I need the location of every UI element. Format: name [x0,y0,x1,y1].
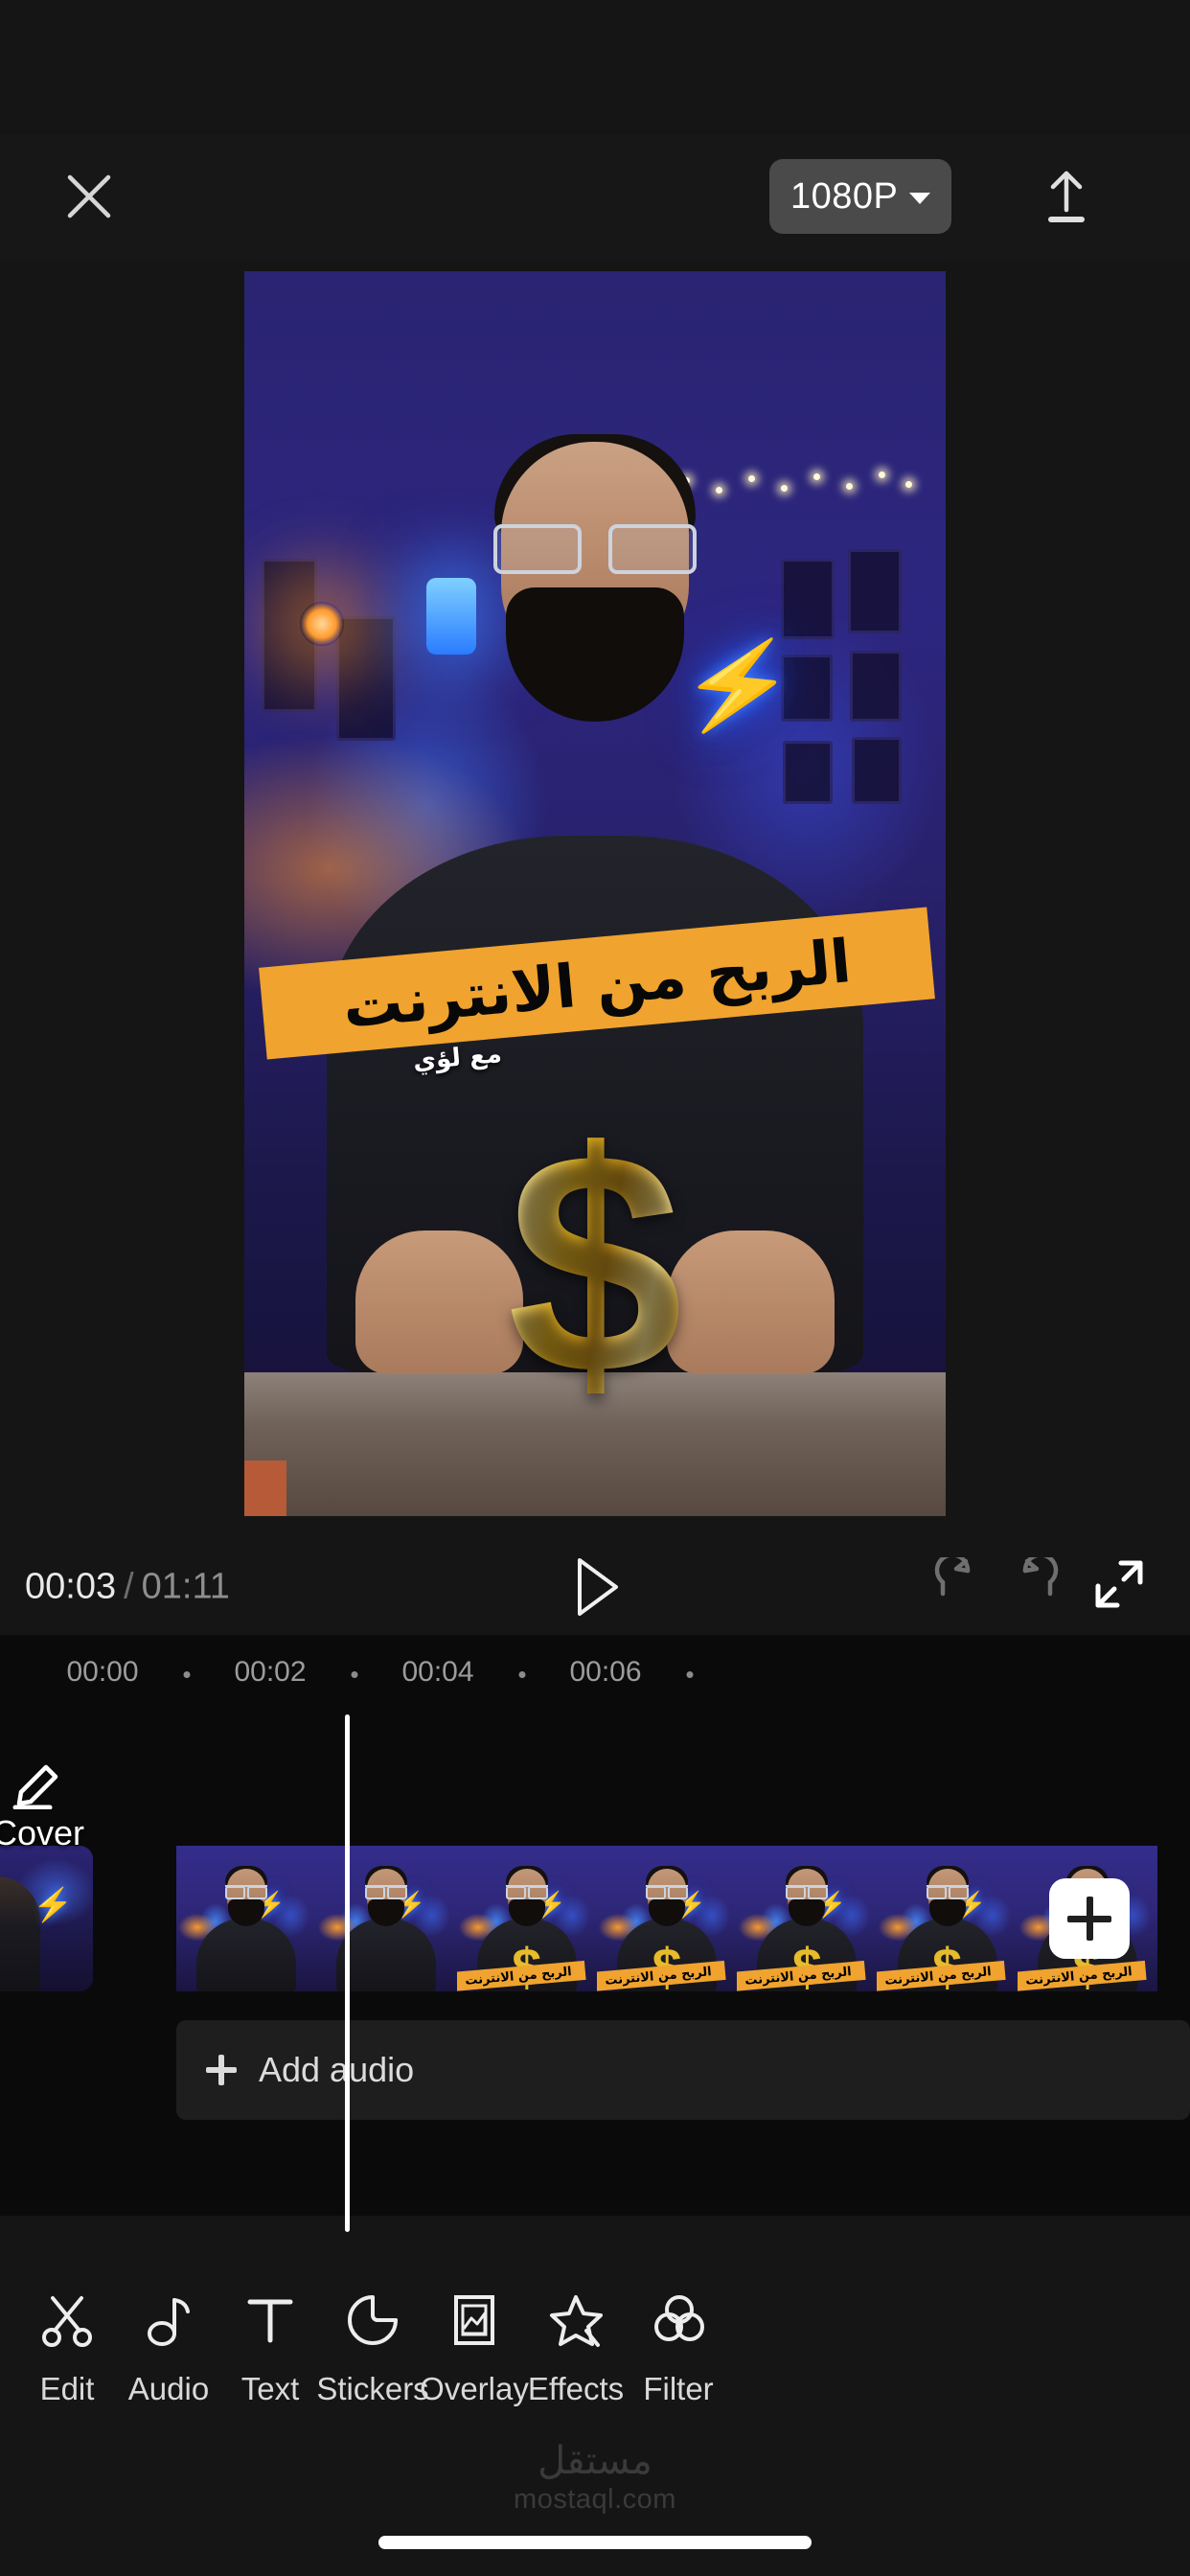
pencil-icon [12,1764,58,1810]
blue-lamp [426,578,476,655]
total-time: 01:11 [141,1566,230,1607]
toolbar-label: Stickers [316,2371,429,2406]
timeline-frame[interactable]: ⚡ [176,1846,317,1991]
ruler-tick-label: 00:02 [234,1656,307,1688]
neon-bolt-icon: ⚡ [33,1887,74,1923]
wall-frame [848,549,902,633]
video-preview[interactable]: ⚡ $ الربح من الانترنت مع لؤي [244,271,946,1516]
timeline-frame[interactable]: ⚡ [316,1846,457,1991]
current-time: 00:03 [25,1566,117,1607]
watermark-arabic: مستقل [538,2439,652,2483]
timeline-frame[interactable]: ⚡$الربح من الانترنت [877,1846,1018,1991]
fullscreen-icon [1095,1560,1143,1608]
wall-frame [852,737,902,804]
glasses-icon [646,1885,689,1899]
video-clip-track[interactable]: ⚡ ⚡ ⚡ $ الربح من الانترنت ⚡ $ الربح من الانترنت… [176,1846,1157,1991]
dollar-sign-prop: $ [507,1086,683,1440]
ruler-tick-dot [351,1671,358,1678]
picture-frame-icon [446,2290,502,2350]
toolbar-item-text[interactable]: Text [219,2290,321,2407]
play-icon [578,1558,618,1616]
watermark-latin: mostaql.com [514,2484,676,2515]
ruler-tick-dot [183,1671,191,1678]
wall-frame [783,741,833,804]
timeline-frame[interactable]: ⚡$الربح من الانترنت [456,1846,597,1991]
glasses-icon [365,1885,408,1899]
add-audio-track[interactable]: Add audio [176,2020,1190,2120]
top-bar: 1080P [0,134,1190,259]
cover-thumbnail-button[interactable]: ⚡ [0,1846,93,1991]
play-button[interactable] [559,1551,631,1623]
undo-icon [934,1552,971,1597]
toolbar-label: Effects [527,2371,625,2406]
toolbar-item-effects[interactable]: Effects [525,2290,627,2407]
fullscreen-button[interactable] [1092,1557,1152,1617]
warm-lamp [300,602,344,646]
timeline-frame[interactable]: ⚡$الربح من الانترنت [737,1846,878,1991]
time-separator: / [124,1566,134,1607]
text-t-icon [242,2290,298,2350]
scissors-icon [39,2290,95,2350]
neon-bolt-icon: ⚡ [675,629,800,743]
upload-icon [1048,171,1085,222]
close-button[interactable] [56,163,123,230]
cover-label: Cover [0,1813,85,1852]
export-button[interactable] [1030,160,1103,233]
resolution-button[interactable]: 1080P [769,159,952,234]
toolbar-label: Audio [127,2371,210,2406]
glasses-icon [786,1885,829,1899]
glasses-icon [493,524,697,574]
video-editor-app: 1080P ⚡ $ الربح من الانترنت مع لؤي 00:03… [0,0,1190,2576]
redo-button[interactable] [1010,1552,1069,1617]
color-circles-icon [651,2290,706,2350]
toolbar-item-filter[interactable]: Filter [628,2290,729,2407]
add-audio-label: Add audio [259,2050,415,2089]
sparkle-star-icon [548,2290,604,2350]
bottom-toolbar: Edit Audio Text Stickers Overlay Effects… [0,2290,1190,2463]
timeline-frame[interactable]: ⚡$الربح من الانترنت [596,1846,738,1991]
undo-button[interactable] [927,1552,987,1617]
playback-bar: 00:03/01:11 [0,1539,1190,1635]
watermark: مستقل mostaql.com [0,2442,1190,2516]
ruler-tick-label: 00:00 [66,1656,139,1688]
home-indicator [378,2536,812,2549]
close-icon [67,174,111,218]
sticker-icon [345,2290,400,2350]
left-hand [355,1230,523,1374]
timeline-tracks: ⚡ Cover ⚡ ⚡ ⚡ $ الربح من الانترنت ⚡ $ الربح من … [0,1721,1190,2216]
glasses-icon [505,1885,548,1899]
glasses-icon [926,1885,969,1899]
chevron-down-icon [909,193,931,204]
toolbar-item-stickers[interactable]: Stickers [316,2290,429,2407]
add-clip-button[interactable] [1049,1878,1130,1959]
timeline-panel[interactable]: 00:00 00:02 00:04 00:06 ⚡ Cover ⚡ ⚡ ⚡ $ الربح م… [0,1635,1190,2216]
toolbar-label: Filter [643,2371,714,2406]
toolbar-label: Edit [39,2371,95,2406]
toolbar-item-edit[interactable]: Edit [16,2290,118,2407]
corner-accent [244,1460,286,1516]
right-hand [667,1230,835,1374]
ruler-tick-label: 00:06 [569,1656,642,1688]
toolbar-item-audio[interactable]: Audio [118,2290,219,2407]
music-note-icon [141,2290,196,2350]
ruler-tick-dot [518,1671,526,1678]
time-display: 00:03/01:11 [25,1567,230,1608]
redo-icon [1022,1552,1059,1597]
wall-frame [781,559,835,639]
wall-frame [336,616,396,741]
plus-icon [205,2054,238,2086]
resolution-label: 1080P [790,175,899,217]
playhead[interactable] [345,1714,350,2232]
preview-area: ⚡ $ الربح من الانترنت مع لؤي [0,259,1190,1539]
cover-edit-button[interactable] [11,1754,67,1810]
toolbar-item-overlay[interactable]: Overlay [420,2290,529,2407]
wall-frame [850,651,902,722]
toolbar-label: Text [240,2371,300,2406]
ruler-tick-label: 00:04 [401,1656,474,1688]
glasses-icon [225,1885,268,1899]
ruler-tick-dot [686,1671,694,1678]
timeline-ruler[interactable]: 00:00 00:02 00:04 00:06 [0,1635,1190,1721]
toolbar-label: Overlay [420,2371,529,2406]
